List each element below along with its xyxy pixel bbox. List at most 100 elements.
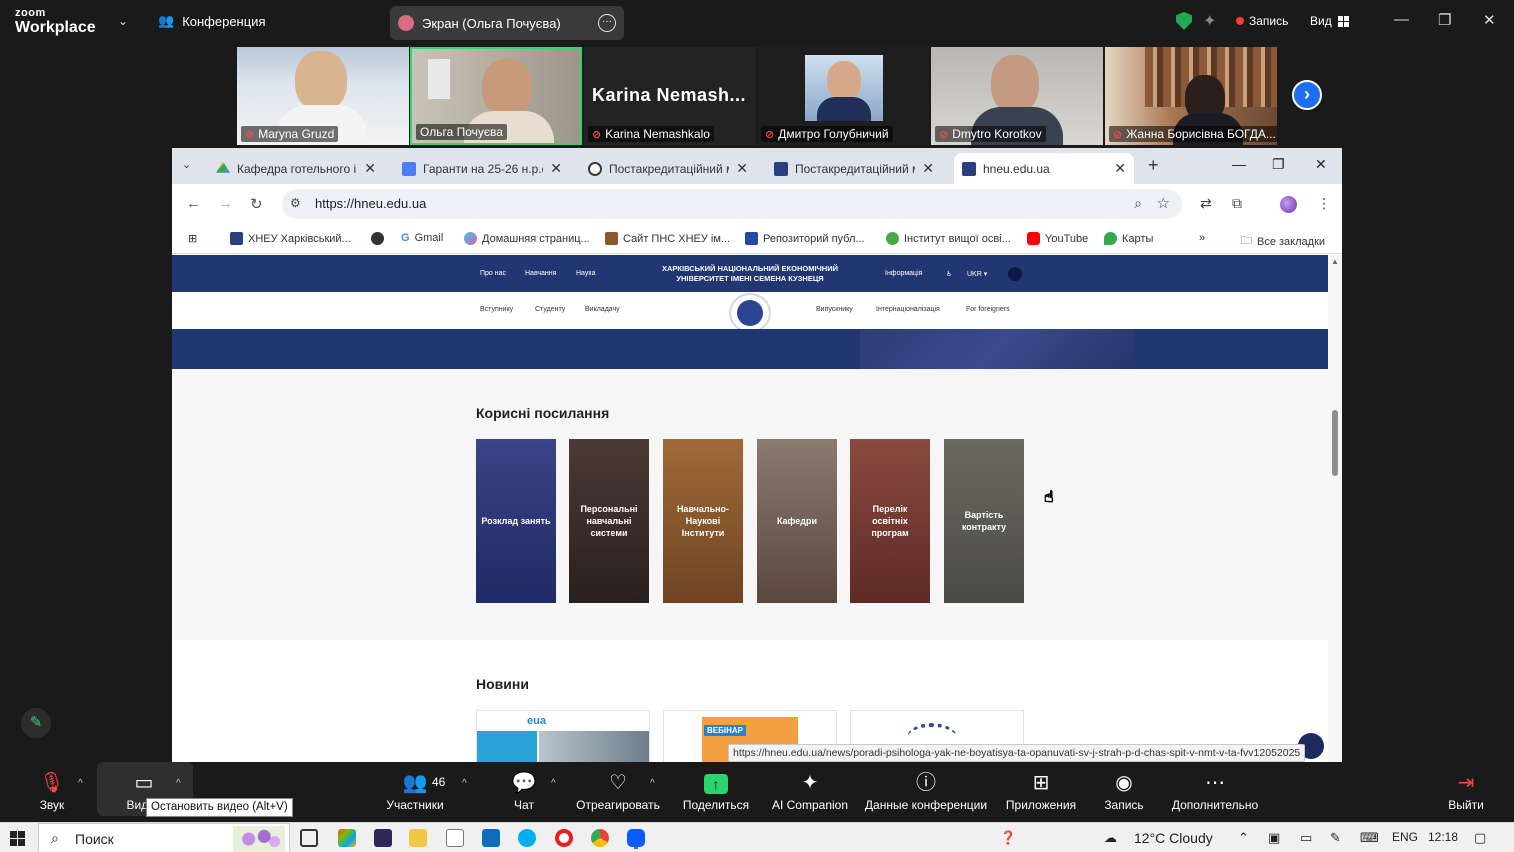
nav-foreigners[interactable]: For foreigners (966, 306, 1010, 313)
share-button[interactable]: ↑ Поделиться (680, 762, 752, 822)
more-button[interactable]: ⋯ Дополнительно (1168, 762, 1262, 822)
bookmark-item[interactable]: Репозиторий публ... (745, 232, 865, 245)
task-view-icon[interactable] (300, 829, 318, 847)
zoom-taskbar-icon[interactable] (627, 829, 645, 847)
apps-grid-icon[interactable]: ⊞ (188, 232, 197, 245)
help-icon[interactable]: ❓ (1000, 830, 1016, 846)
bookmark-item[interactable]: Інститут вищої осві... (886, 232, 1011, 245)
link-card-personal-systems[interactable]: Персональні навчальні системи (569, 439, 649, 603)
restore-icon[interactable]: ❐ (1438, 11, 1451, 29)
browser-tab-active[interactable]: hneu.edu.ua ✕ (954, 153, 1134, 184)
news-card[interactable]: eua (476, 710, 650, 762)
notifications-icon[interactable]: ▢ (1474, 830, 1486, 846)
view-menu[interactable]: Вид (1310, 14, 1349, 28)
annotate-pencil-icon[interactable]: ✎ (21, 708, 51, 738)
participants-options-caret-icon[interactable]: ^ (462, 778, 467, 789)
skype-icon[interactable] (518, 829, 536, 847)
nav-study[interactable]: Навчання (525, 270, 556, 277)
url-text[interactable]: https://hneu.edu.ua (315, 196, 426, 211)
react-options-caret-icon[interactable]: ^ (650, 778, 655, 789)
chevron-down-icon[interactable]: ⌄ (118, 14, 128, 28)
menu-kebab-icon[interactable]: ⋮ (1317, 195, 1331, 212)
outlook-icon[interactable] (482, 829, 500, 847)
web-page-viewport[interactable]: Про нас Навчання Наука ХАРКІВСЬКИЙ НАЦІО… (172, 255, 1328, 762)
browser-tab[interactable]: Постакредитаційний мо ✕ (580, 153, 756, 184)
link-card-institutes[interactable]: Навчально-Наукові Інститути (663, 439, 743, 603)
page-scrollbar[interactable]: ▲ (1328, 255, 1342, 762)
participants-button[interactable]: 👥 Участники (382, 762, 448, 822)
nav-teacher[interactable]: Викладачу (585, 306, 620, 313)
forward-arrow-icon[interactable]: → (218, 195, 233, 212)
site-info-icon[interactable]: ⚙ (290, 196, 301, 210)
input-language[interactable]: ENG (1392, 830, 1418, 844)
language-selector[interactable]: UKR ▾ (967, 270, 987, 278)
bookmark-item[interactable]: YouTube (1027, 232, 1088, 245)
participant-tile[interactable]: ⊘ Dmytro Korotkov (931, 47, 1103, 145)
file-explorer-icon[interactable] (409, 829, 427, 847)
next-page-arrow-icon[interactable]: › (1292, 80, 1322, 110)
notepad-icon[interactable] (446, 829, 464, 847)
nav-about[interactable]: Про нас (480, 270, 506, 277)
chat-button[interactable]: 💬 Чат (504, 762, 544, 822)
reload-icon[interactable]: ↻ (250, 195, 263, 213)
browser-restore-icon[interactable]: ❐ (1272, 156, 1285, 173)
tab-close-icon[interactable]: ✕ (550, 160, 562, 177)
university-title[interactable]: ХАРКІВСЬКИЙ НАЦІОНАЛЬНИЙ ЕКОНОМІЧНИЙ УНІ… (642, 264, 858, 284)
nav-science[interactable]: Наука (576, 270, 595, 277)
taskbar-search[interactable]: ⌕ Поиск (38, 823, 290, 852)
new-tab-icon[interactable]: + (1148, 155, 1159, 176)
tab-close-icon[interactable]: ✕ (364, 160, 376, 177)
browser-tab[interactable]: Кафедра готельного і ре ✕ (208, 153, 384, 184)
bookmarks-overflow-icon[interactable]: » (1199, 232, 1205, 244)
bookmark-item[interactable] (371, 232, 384, 245)
leave-button[interactable]: ⇥ Выйти (1444, 762, 1488, 822)
back-arrow-icon[interactable]: ← (186, 195, 201, 212)
profile-avatar[interactable] (1280, 196, 1297, 213)
minimize-icon[interactable]: — (1394, 11, 1409, 28)
clock[interactable]: 12:18 (1428, 830, 1458, 844)
participant-tile[interactable]: ⊘ Жанна Борисівна БОГДА... (1105, 47, 1277, 145)
nav-internationalization[interactable]: Інтернаціоналізація (876, 306, 940, 313)
browser-tab[interactable]: Гаранти на 25-26 н.р.docx ✕ (394, 153, 570, 184)
participant-tile-active-speaker[interactable]: Ольга Почуєва (410, 47, 582, 145)
bookmark-item[interactable]: ХНЕУ Харківський... (230, 232, 351, 245)
meeting-menu[interactable]: 👥 Конференция (158, 13, 265, 29)
windows-start-icon[interactable] (10, 831, 25, 846)
react-button[interactable]: ♡ Отреагировать (574, 762, 662, 822)
nav-student[interactable]: Студенту (535, 306, 565, 313)
omnibox[interactable]: ⚙ https://hneu.edu.ua ⌕ ☆ (282, 189, 1182, 219)
record-button[interactable]: ◉ Запись (1100, 762, 1148, 822)
meeting-info-button[interactable]: ⓘ Данные конференции (862, 762, 990, 822)
browser-tab[interactable]: Постакредитаційний мо ✕ (766, 153, 942, 184)
bookmark-item[interactable]: Сайт ПНС ХНЕУ ім... (605, 232, 730, 245)
university-crest-logo[interactable] (729, 293, 771, 333)
video-options-caret-icon[interactable]: ^ (176, 778, 181, 789)
participant-tile[interactable]: ⊘ Дмитро Голубничий (757, 47, 929, 145)
ai-sparkle-icon[interactable]: ✦ (1203, 11, 1216, 31)
bookmark-item[interactable]: Карты (1104, 232, 1153, 245)
battery-icon[interactable]: ▭ (1300, 830, 1312, 846)
ai-companion-button[interactable]: ✦ AI Companion (768, 762, 852, 822)
close-icon[interactable]: ✕ (1483, 11, 1496, 29)
recording-indicator[interactable]: Запись (1236, 14, 1288, 28)
keyboard-icon[interactable]: ⌨ (1360, 830, 1379, 846)
more-options-icon[interactable]: ··· (598, 14, 616, 32)
participant-tile[interactable]: ⊘ Maryna Gruzd (237, 47, 409, 145)
apps-button[interactable]: ⊞ Приложения (1002, 762, 1080, 822)
browser-minimize-icon[interactable]: — (1232, 156, 1246, 172)
link-card-schedule[interactable]: Розклад занять (476, 439, 556, 603)
link-card-departments[interactable]: Кафедри (757, 439, 837, 603)
translate-extension-icon[interactable]: ⇄ (1200, 195, 1212, 212)
tab-search-dropdown-icon[interactable]: ⌄ (182, 158, 191, 171)
terminal-icon[interactable] (374, 829, 392, 847)
pen-icon[interactable]: ✎ (1330, 830, 1341, 846)
tab-close-icon[interactable]: ✕ (922, 160, 934, 177)
link-card-tuition[interactable]: Вартість контракту (944, 439, 1024, 603)
site-search-icon[interactable] (1008, 267, 1022, 281)
weather-text[interactable]: 12°C Cloudy (1134, 830, 1213, 846)
tray-chevron-up-icon[interactable]: ⌃ (1238, 830, 1249, 846)
scroll-up-arrow-icon[interactable]: ▲ (1331, 257, 1339, 266)
tab-close-icon[interactable]: ✕ (736, 160, 748, 177)
screen-share-pill[interactable]: Экран (Ольга Почуєва) ··· (390, 6, 624, 40)
zoom-magnifier-icon[interactable]: ⌕ (1134, 195, 1142, 212)
